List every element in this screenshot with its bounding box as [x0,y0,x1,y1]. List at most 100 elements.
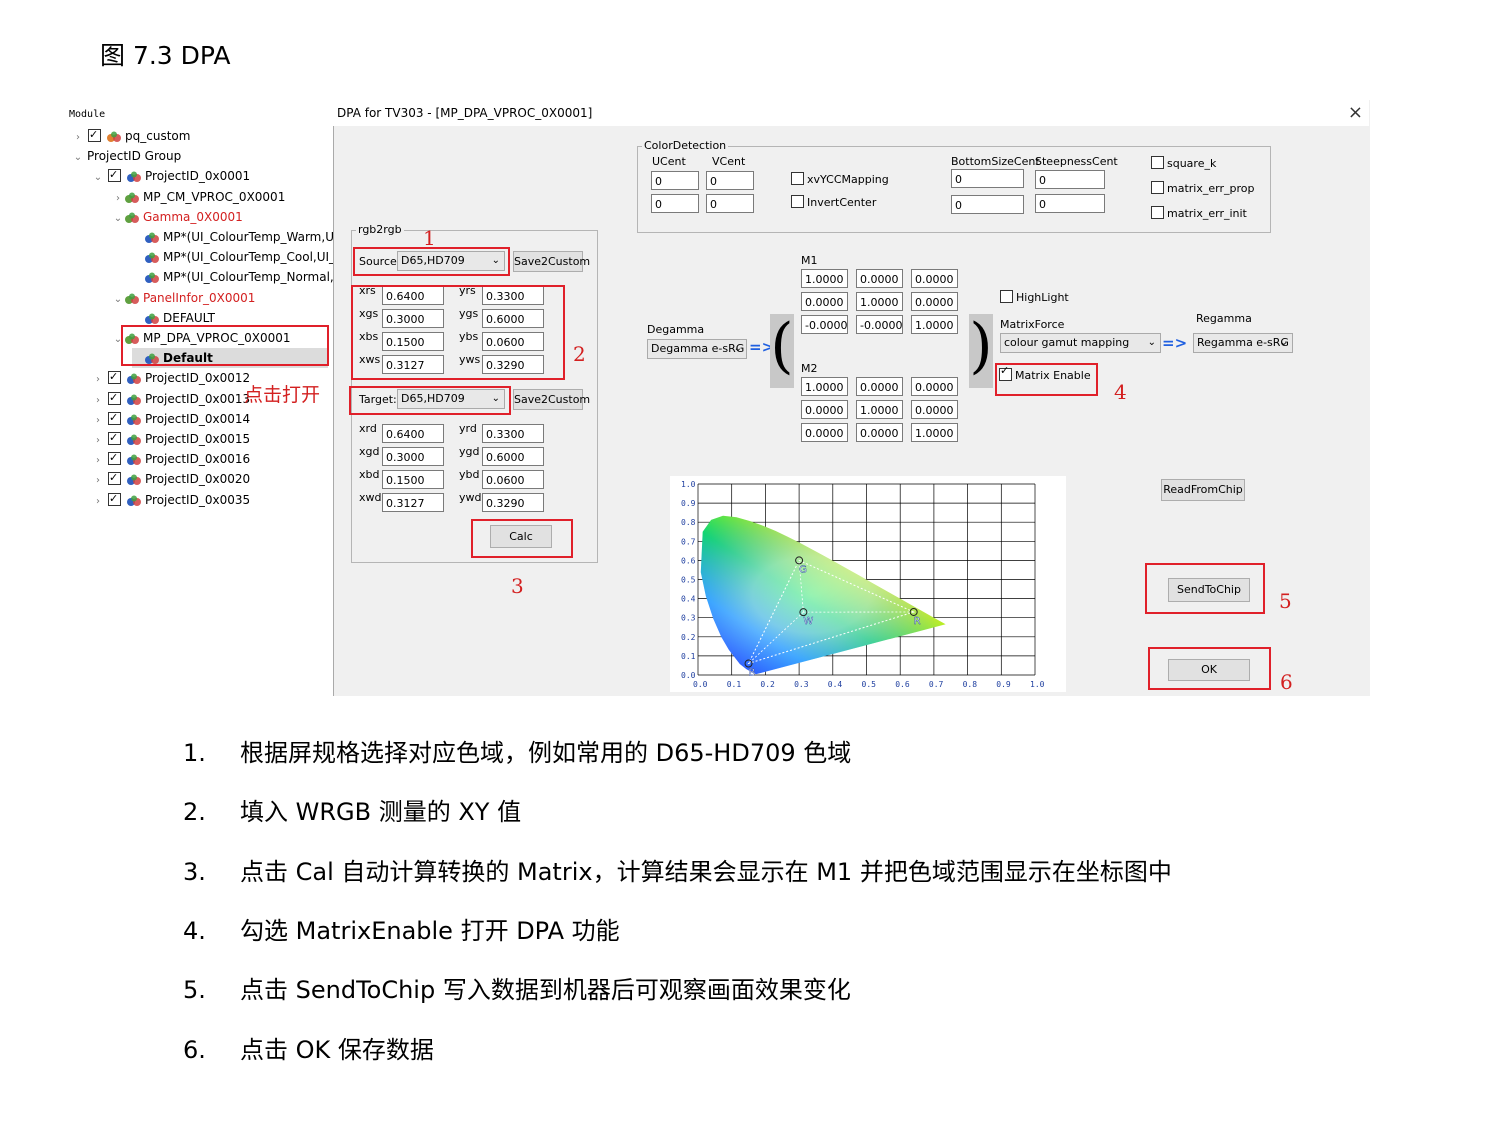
y-tick-label: 0.7 [681,537,696,546]
save2custom-source-button[interactable]: Save2Custom [513,251,590,272]
chevron-down-icon[interactable]: ⌄ [112,290,124,308]
tree-item[interactable]: › ProjectID_0x0013 [92,389,250,409]
chevron-right-icon[interactable]: › [92,411,104,429]
list-item-number: 2. [183,798,206,827]
coord-y-field[interactable]: 0.3290 [482,493,544,512]
degamma-dropdown[interactable]: Degamma e-sRG ⌄ [647,339,747,359]
tree-item[interactable]: ⌄ ProjectID Group [72,146,181,166]
bottom-size-field-2[interactable]: 0 [951,195,1024,214]
highlight-checkbox[interactable]: HighLight [1000,290,1069,304]
list-item-text: 点击 Cal 自动计算转换的 Matrix，计算结果会显示在 M1 并把色域范围… [240,857,1172,886]
chevron-right-icon[interactable]: › [92,431,104,449]
tree-item[interactable]: › ProjectID_0x0015 [92,429,250,449]
callout-box-2 [351,285,565,380]
checkbox-icon[interactable] [108,449,121,468]
tree-item[interactable]: › ProjectID_0x0035 [92,490,250,510]
m2-cell[interactable]: 0.0000 [801,400,848,419]
save2custom-target-button[interactable]: Save2Custom [513,389,590,410]
m2-cell[interactable]: 0.0000 [856,423,903,442]
coord-x-field[interactable]: 0.3127 [382,493,444,512]
checkbox-icon[interactable] [88,126,101,145]
y-tick-label: 0.6 [681,556,696,565]
matrixforce-dropdown[interactable]: colour gamut mapping ⌄ [1000,333,1161,353]
m2-cell[interactable]: 1.0000 [801,377,848,396]
ucent-field-1[interactable]: 0 [651,171,699,190]
tree-item[interactable]: MP*(UI_ColourTemp_Warm,UI [132,227,333,247]
m1-cell[interactable]: 0.0000 [801,292,848,311]
tree-item[interactable]: ⌄ PanelInfor_0X0001 [112,288,256,308]
close-icon[interactable]: × [1348,102,1363,123]
chevron-right-icon[interactable]: › [92,492,104,510]
matrix-err-init-checkbox[interactable]: matrix_err_init [1151,206,1247,220]
checkbox-icon[interactable] [108,469,121,488]
xvycc-checkbox[interactable]: xvYCCMapping [791,172,889,186]
checkbox-icon[interactable] [108,409,121,428]
tree-item[interactable]: MP*(UI_ColourTemp_Normal,( [132,267,333,287]
m2-cell[interactable]: 0.0000 [856,377,903,396]
chevron-down-icon: ⌄ [1147,337,1156,348]
m1-cell[interactable]: 0.0000 [856,269,903,288]
m2-cell[interactable]: 0.0000 [911,377,958,396]
checkbox-icon[interactable] [108,389,121,408]
right-paren-icon: ) [969,314,993,388]
m2-label: M2 [801,362,818,375]
m1-cell[interactable]: 1.0000 [856,292,903,311]
tree-item[interactable]: ⌄ ProjectID_0x0001 [92,166,250,186]
m1-cell[interactable]: 1.0000 [911,315,958,334]
chevron-right-icon[interactable]: › [72,128,84,146]
bottom-size-field-1[interactable]: 0 [951,169,1024,188]
chevron-down-icon[interactable]: ⌄ [92,168,104,186]
matrix-err-prop-checkbox[interactable]: matrix_err_prop [1151,181,1254,195]
tree-item[interactable]: › ProjectID_0x0014 [92,409,250,429]
chevron-down-icon[interactable]: ⌄ [112,209,124,227]
checkbox-icon[interactable] [108,490,121,509]
chevron-right-icon[interactable]: › [92,391,104,409]
coord-x-field[interactable]: 0.3000 [382,447,444,466]
m1-cell[interactable]: -0.0000 [801,315,848,334]
chevron-right-icon[interactable]: › [92,370,104,388]
m1-cell[interactable]: -0.0000 [856,315,903,334]
coord-y-field[interactable]: 0.6000 [482,447,544,466]
invert-center-checkbox[interactable]: InvertCenter [791,195,876,209]
m2-cell[interactable]: 0.0000 [911,400,958,419]
callout-box-2b [349,386,511,415]
chevron-down-icon[interactable]: ⌄ [72,148,84,166]
coord-x-field[interactable]: 0.6400 [382,424,444,443]
checkbox-icon[interactable] [108,429,121,448]
tree-item[interactable]: › MP_CM_VPROC_0X0001 [112,187,285,207]
regamma-dropdown[interactable]: Regamma e-sRG ⌄ [1193,333,1293,353]
steepness-field-2[interactable]: 0 [1035,194,1105,213]
m2-cell[interactable]: 0.0000 [801,423,848,442]
m2-cell[interactable]: 1.0000 [911,423,958,442]
coord-y-field[interactable]: 0.0600 [482,470,544,489]
matrix-err-init-label: matrix_err_init [1167,207,1247,220]
chevron-right-icon[interactable]: › [92,471,104,489]
color-detection-title: ColorDetection [642,139,729,152]
tree-item[interactable]: MP*(UI_ColourTemp_Cool,UI_ [132,247,333,267]
vcent-field-2[interactable]: 0 [706,194,754,213]
tree-item[interactable]: › ProjectID_0x0016 [92,449,250,469]
list-item: 2. 填入 WRGB 测量的 XY 值 [183,792,521,827]
tree-item[interactable]: › ProjectID_0x0012 [92,368,250,388]
steepness-field-1[interactable]: 0 [1035,170,1105,189]
tree-item[interactable]: › ProjectID_0x0020 [92,469,250,489]
m1-cell[interactable]: 0.0000 [911,269,958,288]
checkbox-icon[interactable] [108,166,121,185]
chevron-right-icon[interactable]: › [112,189,124,207]
readfromchip-button[interactable]: ReadFromChip [1161,479,1245,501]
tree-item[interactable]: › pq_custom [72,126,190,146]
module-icon [124,291,140,308]
square-k-checkbox[interactable]: square_k [1151,156,1216,170]
coord-y-field[interactable]: 0.3300 [482,424,544,443]
vcent-field-1[interactable]: 0 [706,171,754,190]
coord-x-field[interactable]: 0.1500 [382,470,444,489]
x-tick-label: 0.2 [760,680,775,689]
ucent-field-2[interactable]: 0 [651,194,699,213]
m1-cell[interactable]: 1.0000 [801,269,848,288]
chevron-right-icon[interactable]: › [92,451,104,469]
m1-cell[interactable]: 0.0000 [911,292,958,311]
coord-label: xrd [359,422,377,435]
checkbox-icon[interactable] [108,368,121,387]
tree-item[interactable]: ⌄ Gamma_0X0001 [112,207,243,227]
m2-cell[interactable]: 1.0000 [856,400,903,419]
